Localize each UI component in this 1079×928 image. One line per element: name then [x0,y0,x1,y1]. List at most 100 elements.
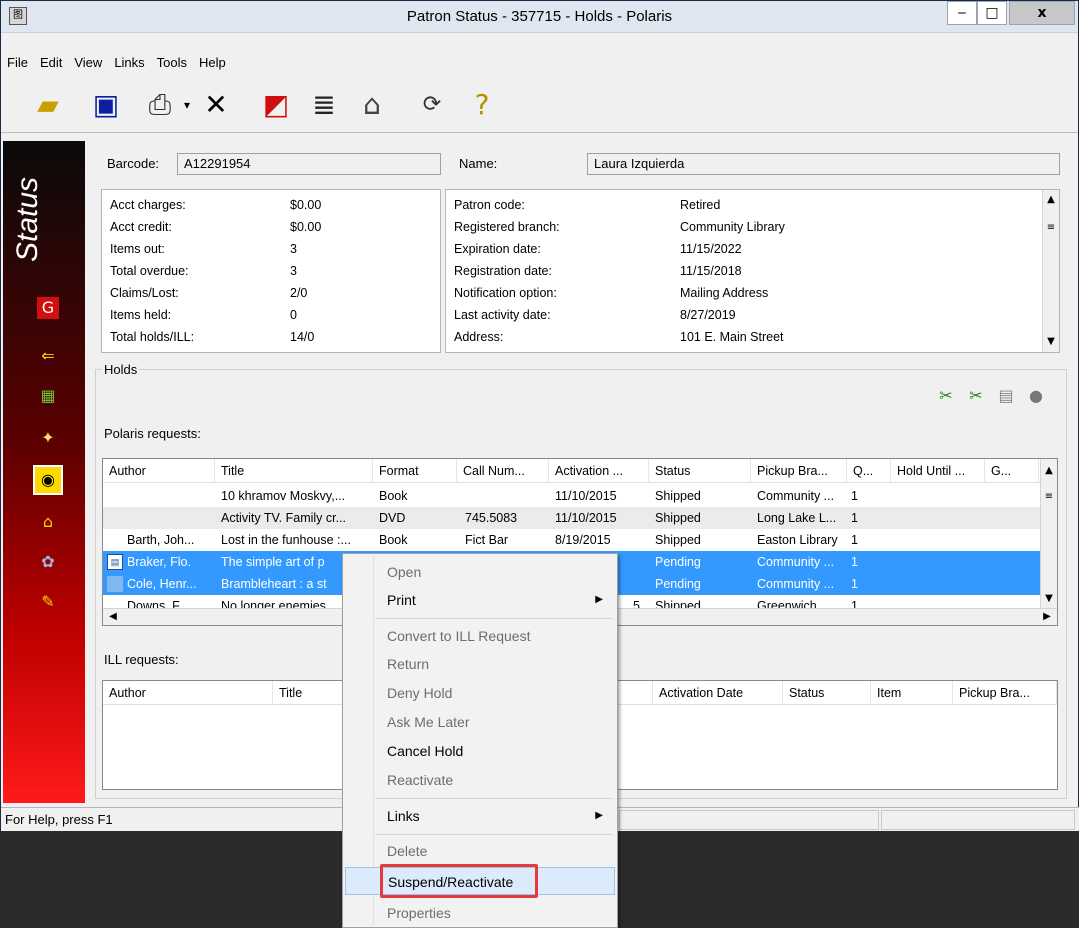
holds-icon[interactable]: ◉ [33,465,63,495]
stat-label: Claims/Lost: [110,286,179,300]
menu-item-print[interactable]: Print ▶ [345,586,615,614]
menu-item-label: Links [387,808,420,824]
holds-action-icons: ✂ ✂ ▤ ● [934,386,1064,410]
info-value: 11/15/2018 [680,264,742,278]
menu-item-properties[interactable]: Properties [345,899,615,927]
table-row[interactable]: Barth, Joh... Lost in the funhouse :... … [103,529,1057,551]
hold-properties-icon[interactable]: ▤ [994,386,1018,405]
cell-pickup: Community ... [757,489,835,503]
cell-status: Shipped [655,489,701,503]
menu-help[interactable]: Help [193,51,232,75]
cell-status: Pending [655,577,701,591]
print-icon[interactable]: ⎙ [141,85,179,125]
cell-title: Lost in the funhouse :... [221,533,351,547]
home-icon[interactable]: ⌂ [37,511,59,533]
scroll-thumb-icon[interactable]: ≡ [1043,220,1059,236]
patron-notes-icon[interactable]: ✿ [37,551,59,573]
menu-item-cancel-hold[interactable]: Cancel Hold [345,737,615,765]
collapse-icon[interactable]: ✂ [964,386,988,405]
expand-icon[interactable]: ✂ [934,386,958,405]
menu-tools[interactable]: Tools [151,51,193,75]
ill-col-author[interactable]: Author [103,681,273,705]
info-value: 11/15/2022 [680,242,742,256]
stat-value: $0.00 [290,198,322,212]
menu-item-delete[interactable]: Delete [345,837,615,865]
submenu-arrow-icon: ▶ [595,594,603,605]
scroll-down-icon[interactable]: ▼ [1041,591,1057,607]
col-title[interactable]: Title [215,459,373,483]
items-out-icon[interactable]: ⇐ [37,345,59,367]
menu-edit[interactable]: Edit [34,51,68,75]
register-icon[interactable]: ▦ [37,385,59,407]
holds-group-label: Holds [102,362,140,377]
hold-notes-icon[interactable]: ● [1024,386,1048,405]
cell-pickup: Community ... [757,577,835,591]
col-format[interactable]: Format [373,459,457,483]
cell-activation: 11/10/2015 [555,489,617,503]
polaris-list-header: Author Title Format Call Num... Activati… [103,459,1057,483]
col-group[interactable]: G... [985,459,1039,483]
scroll-up-icon[interactable]: ▲ [1041,463,1057,479]
col-pickup[interactable]: Pickup Bra... [751,459,847,483]
stat-label: Acct credit: [110,220,172,234]
barcode-field: A12291954 [177,153,441,175]
dropdown-arrow-icon[interactable]: ▾ [179,85,195,125]
cell-queue: 1 [851,577,858,591]
col-status[interactable]: Status [649,459,751,483]
ill-col-status[interactable]: Status [783,681,871,705]
ill-col-activation[interactable]: Activation Date [653,681,783,705]
maximize-button[interactable]: □ [977,1,1007,25]
charges-icon[interactable]: G [37,297,59,319]
col-activation[interactable]: Activation ... [549,459,649,483]
scroll-right-icon[interactable]: ▶ [1039,609,1055,625]
title-bar[interactable]: 图 Patron Status - 357715 - Holds - Polar… [1,1,1078,33]
open-folder-icon[interactable]: ▰ [29,85,67,125]
check-in-icon[interactable]: ◩ [257,85,295,125]
scroll-left-icon[interactable]: ◀ [105,609,121,625]
ill-col-item[interactable]: Item [871,681,953,705]
menu-item-ask-later[interactable]: Ask Me Later [345,708,615,736]
menu-item-links[interactable]: Links ▶ [345,802,615,830]
info-label: Address: [454,330,504,344]
edit-icon[interactable]: ✎ [37,591,59,613]
properties-icon[interactable]: ⌂ [353,85,391,125]
menu-separator [375,834,613,835]
table-row[interactable]: Activity TV. Family cr... DVD 745.5083 1… [103,507,1057,529]
info-scrollbar[interactable]: ▲ ≡ ▼ [1042,190,1059,352]
menu-file[interactable]: File [1,51,34,75]
scroll-thumb-icon[interactable]: ≡ [1041,489,1057,505]
menu-links[interactable]: Links [108,51,150,75]
menu-item-deny-hold[interactable]: Deny Hold [345,679,615,707]
menu-item-convert-ill[interactable]: Convert to ILL Request [345,622,615,650]
menu-item-open[interactable]: Open [345,558,615,586]
col-hold-until[interactable]: Hold Until ... [891,459,985,483]
close-button[interactable]: x [1009,1,1075,25]
scroll-down-icon[interactable]: ▼ [1043,334,1059,350]
refresh-icon[interactable]: ⟳ [413,85,451,125]
menu-view[interactable]: View [68,51,108,75]
polaris-list-vscroll[interactable]: ▲ ≡ ▼ [1040,459,1057,609]
stat-label: Items out: [110,242,165,256]
patron-info-panel: Patron code: Retired Registered branch: … [445,189,1060,353]
account-stats-panel: Acct charges: $0.00 Acct credit: $0.00 I… [101,189,441,353]
stat-value: 14/0 [290,330,315,344]
save-icon[interactable]: ▣ [87,85,125,125]
menu-item-reactivate[interactable]: Reactivate [345,766,615,794]
minimize-button[interactable]: ‒ [947,1,977,25]
menu-item-return[interactable]: Return [345,650,615,678]
ill-col-pickup[interactable]: Pickup Bra... [953,681,1057,705]
polaris-requests-label: Polaris requests: [104,426,201,441]
menu-item-suspend-reactivate[interactable]: Suspend/Reactivate [345,867,615,895]
col-callnum[interactable]: Call Num... [457,459,549,483]
scroll-up-icon[interactable]: ▲ [1043,192,1059,208]
table-row[interactable]: 10 khramov Moskvy,... Book 11/10/2015 Sh… [103,485,1057,507]
cell-pickup: Community ... [757,555,835,569]
stat-value: 0 [290,308,297,322]
check-out-icon[interactable]: ≣ [305,85,343,125]
claims-icon[interactable]: ✦ [37,427,59,449]
toolbar: ▰ ▣ ⎙ ▾ ✕ ◩ ≣ ⌂ ⟳ ? [1,81,1078,133]
delete-icon[interactable]: ✕ [197,85,235,125]
col-queue[interactable]: Q... [847,459,891,483]
col-author[interactable]: Author [103,459,215,483]
help-icon[interactable]: ? [463,85,501,125]
